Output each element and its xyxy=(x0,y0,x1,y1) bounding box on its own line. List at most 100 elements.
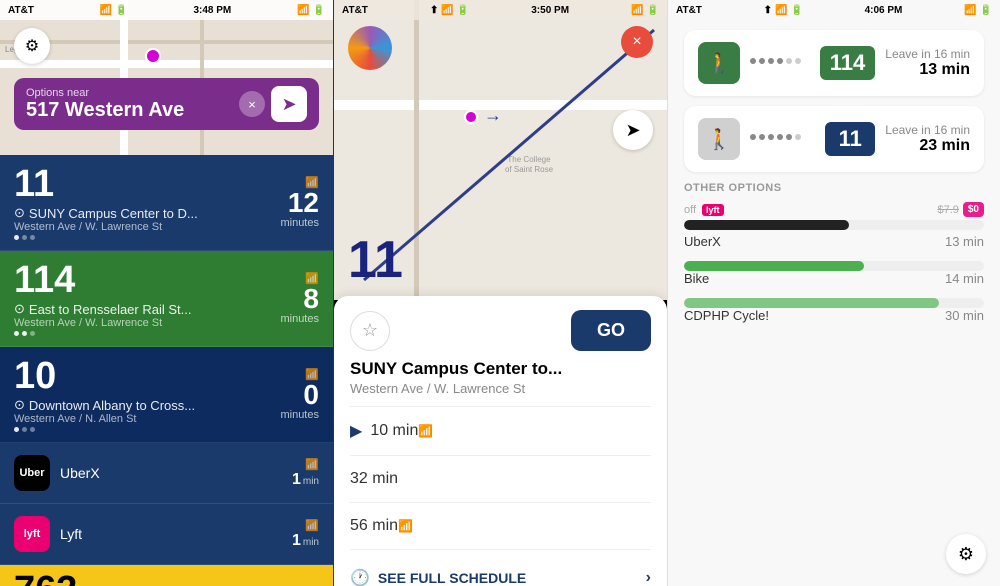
status-icons-1: 📶 🔋 xyxy=(100,5,128,16)
route-10-number: 10 xyxy=(14,357,280,395)
cdphp-option-row[interactable] xyxy=(684,298,984,308)
route-11-min-label: minutes xyxy=(280,217,319,229)
signal-icon-time1: 📶 xyxy=(418,424,433,438)
circle-icon-10: ⊙ xyxy=(14,397,25,413)
go-button[interactable]: GO xyxy=(571,310,651,351)
card-header: ☆ GO xyxy=(350,310,651,351)
p3-icons-right: 📶 🔋 xyxy=(964,5,992,16)
siri-button[interactable] xyxy=(348,26,392,70)
route-11-stop: Western Ave / W. Lawrence St xyxy=(14,221,280,233)
dots-line-114 xyxy=(750,58,810,64)
signal-icon-uber: 📶 xyxy=(292,458,319,471)
route-114-time: 📶 8 minutes xyxy=(280,272,319,325)
p2-status-icons: ⬆ 📶 🔋 xyxy=(430,5,469,16)
uber-bar xyxy=(684,220,984,230)
route-10-dest: ⊙ Downtown Albany to Cross... xyxy=(14,397,280,413)
gear-button[interactable]: ⚙ xyxy=(14,28,50,64)
cdphp-label-row: CDPHP Cycle! 30 min xyxy=(684,308,984,323)
signal-icon-time3: 📶 xyxy=(398,519,413,533)
uber-option-label: UberX xyxy=(684,234,754,249)
see-schedule-button[interactable]: 🕐 SEE FULL SCHEDULE › xyxy=(350,558,651,586)
option-time-114: Leave in 16 min 13 min xyxy=(885,47,970,79)
route-114-min-label: minutes xyxy=(280,313,319,325)
map-road-h2 xyxy=(0,40,333,44)
uber-option-time: 13 min xyxy=(944,234,984,249)
card-time-2: 32 min xyxy=(350,464,651,494)
time-value-1: 10 min xyxy=(370,422,418,440)
uber-bar-section: off lyft $7.9 $0 xyxy=(684,202,984,230)
p3-icons: ⬆ 📶 🔋 xyxy=(764,5,803,16)
time-1: 3:48 PM xyxy=(193,5,231,16)
close-button[interactable]: × xyxy=(621,26,653,58)
lyft-row[interactable]: lyft Lyft 📶 1 min xyxy=(0,504,333,565)
cdphp-option-label: CDPHP Cycle! xyxy=(684,308,769,323)
location-button[interactable]: ➤ xyxy=(613,110,653,150)
clock-icon: 🕐 xyxy=(350,568,370,586)
options-near-label: Options near xyxy=(26,87,233,99)
option-icons-11: 🚶 xyxy=(698,118,740,160)
circle-icon: ⊙ xyxy=(14,205,25,221)
uber-name: UberX xyxy=(60,465,292,481)
time-big-114: 13 min xyxy=(885,61,970,79)
wifi-icon-2: 📶 xyxy=(441,5,453,16)
battery-icon: 🔋 xyxy=(115,5,127,16)
card-time-3: 56 min 📶 xyxy=(350,511,651,541)
option-icons-114: 🚶 xyxy=(698,42,740,84)
route-114-min: 8 xyxy=(280,285,319,313)
card-stop: Western Ave / W. Lawrence St xyxy=(350,381,651,396)
carrier-1: AT&T xyxy=(8,5,34,16)
uber-min-label: min xyxy=(303,476,319,487)
uber-off-label: off xyxy=(684,204,696,216)
status-bar-2: AT&T ⬆ 📶 🔋 3:50 PM 📶 🔋 xyxy=(334,0,667,20)
transit-row-10[interactable]: 10 ⊙ Downtown Albany to Cross... Western… xyxy=(0,347,333,443)
uber-row[interactable]: Uber UberX 📶 1 min xyxy=(0,443,333,504)
close-icon-2: × xyxy=(632,33,641,51)
cdphp-bar-fill xyxy=(684,298,939,308)
time-2: 3:50 PM xyxy=(531,5,569,16)
transit-row-114[interactable]: 114 ⊙ East to Rensselaer Rail St... West… xyxy=(0,251,333,347)
option-card-114[interactable]: 🚶 114 Leave in 16 min 13 min xyxy=(684,30,984,96)
uber-option-row[interactable]: off lyft $7.9 $0 xyxy=(684,202,984,230)
cdphp-option-time: 30 min xyxy=(944,308,984,323)
options-banner: Options near 517 Western Ave × ➤ xyxy=(14,78,319,130)
route-11-dest: ⊙ SUNY Campus Center to D... xyxy=(14,205,280,221)
settings-button[interactable]: ⚙ xyxy=(946,534,986,574)
route-10-time: 📶 0 minutes xyxy=(280,368,319,421)
battery-icon-2: 🔋 xyxy=(313,5,325,16)
options-text: Options near 517 Western Ave xyxy=(26,87,233,122)
battery-icon-p2: 🔋 xyxy=(457,5,469,16)
bike-option-row[interactable] xyxy=(684,261,984,271)
other-options-label: OTHER OPTIONS xyxy=(684,182,984,194)
status-bar-1: AT&T 📶 🔋 3:48 PM 📶 🔋 xyxy=(0,0,333,20)
cdphp-bar xyxy=(684,298,984,308)
time-value-3: 56 min xyxy=(350,517,398,535)
circle-icon-114: ⊙ xyxy=(14,301,25,317)
card-divider-1 xyxy=(350,406,651,407)
carrier-3: AT&T xyxy=(676,5,702,16)
lyft-name: Lyft xyxy=(60,526,292,542)
option-card-11[interactable]: 🚶 11 Leave in 16 min 23 min xyxy=(684,106,984,172)
favorite-button[interactable]: ☆ xyxy=(350,311,390,351)
route-114-stop: Western Ave / W. Lawrence St xyxy=(14,317,280,329)
uber-logo: Uber xyxy=(14,455,50,491)
lyft-min-label: min xyxy=(303,537,319,548)
location-icon-p3: ⬆ xyxy=(764,5,772,16)
signal-icon-p2: 📶 xyxy=(631,5,643,16)
time-big-11: 23 min xyxy=(885,137,970,155)
bike-option-label: Bike xyxy=(684,271,754,286)
panel-2: → The Collegeof Saint Rose AT&T ⬆ 📶 🔋 3:… xyxy=(333,0,667,586)
pin-circle xyxy=(145,48,161,64)
route-763-number: 763 xyxy=(14,571,77,586)
signal-icon-lyft: 📶 xyxy=(292,519,319,532)
transit-row-763[interactable]: 763 xyxy=(0,565,333,586)
route-114-dest: ⊙ East to Rensselaer Rail St... xyxy=(14,301,280,317)
uber-bar-fill xyxy=(684,220,849,230)
bike-bar xyxy=(684,261,984,271)
lyft-time: 📶 1 min xyxy=(292,519,319,550)
transit-row-11[interactable]: 11 ⊙ SUNY Campus Center to D... Western … xyxy=(0,155,333,251)
p3-content: 🚶 114 Leave in 16 min 13 min 🚶 xyxy=(668,20,1000,341)
battery-icon-p3: 🔋 xyxy=(790,5,802,16)
options-close-button[interactable]: × xyxy=(239,91,265,117)
lyft-badge: lyft xyxy=(702,204,724,216)
options-nav-button[interactable]: ➤ xyxy=(271,86,307,122)
